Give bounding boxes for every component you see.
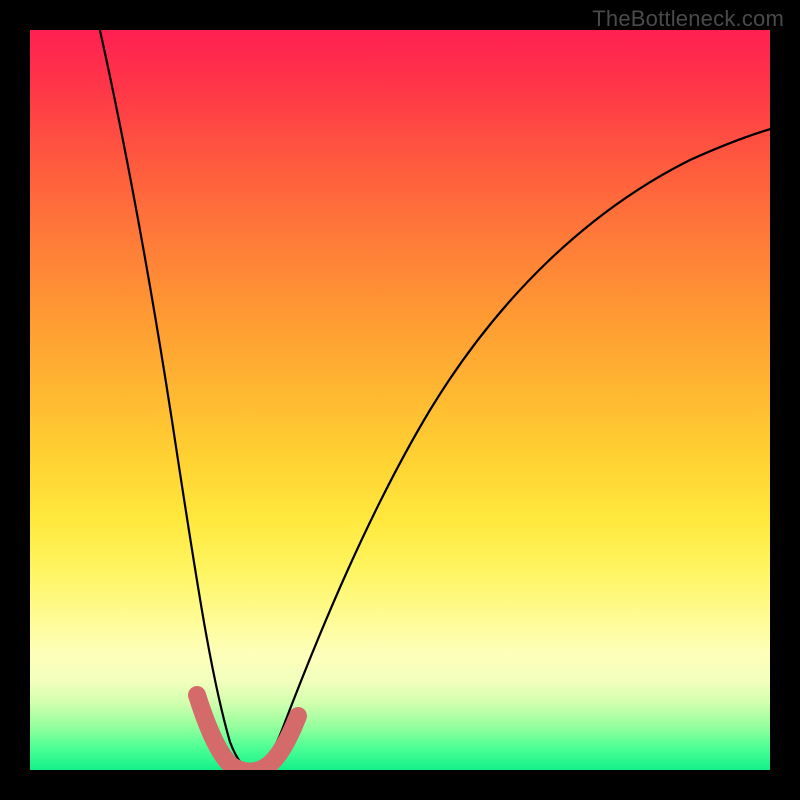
plot-area: [30, 30, 770, 770]
curve-layer: [30, 30, 770, 770]
optimal-zone-highlight: [197, 695, 298, 770]
bottleneck-curve-right: [252, 128, 770, 770]
chart-container: TheBottleneck.com: [0, 0, 800, 800]
bottleneck-curve-left: [86, 30, 252, 770]
watermark-text: TheBottleneck.com: [592, 6, 784, 32]
